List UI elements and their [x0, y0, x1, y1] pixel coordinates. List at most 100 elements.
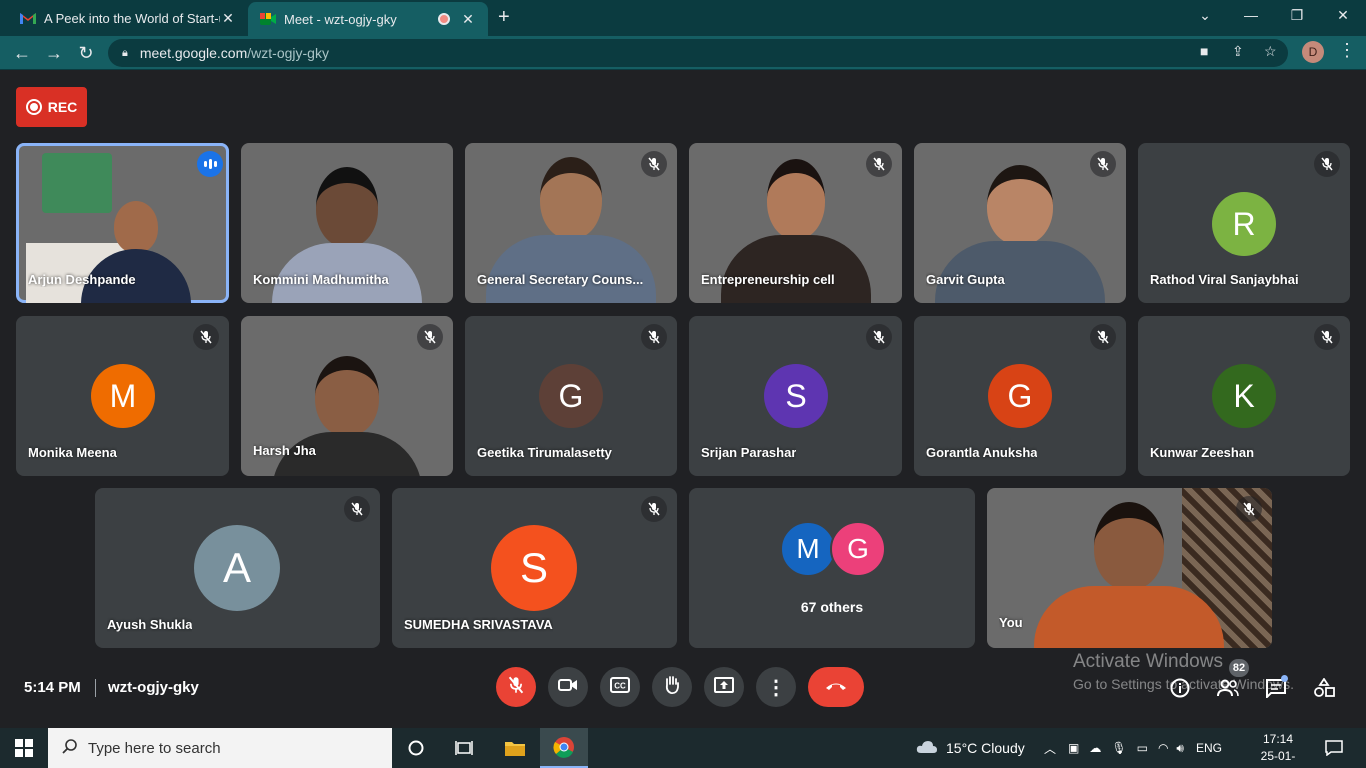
participant-name: Monika Meena [28, 445, 117, 460]
task-view-icon[interactable] [448, 728, 480, 768]
taskbar-search-box[interactable]: Type here to search [48, 728, 392, 768]
chat-icon[interactable] [1264, 675, 1288, 700]
raise-hand-button[interactable] [652, 667, 692, 707]
file-explorer-icon[interactable] [492, 728, 538, 768]
tab-meet[interactable]: Meet - wzt-ogjy-gky ✕ [248, 2, 488, 36]
participant-tile[interactable]: G Geetika Tirumalasetty [465, 316, 677, 476]
mic-off-icon [1314, 151, 1340, 177]
participant-tile[interactable]: Garvit Gupta [914, 143, 1126, 303]
reload-icon[interactable]: ↻ [74, 41, 98, 65]
participant-tile[interactable]: R Rathod Viral Sanjaybhai [1138, 143, 1350, 303]
self-tile[interactable]: You [987, 488, 1272, 648]
minimize-icon[interactable]: — [1228, 0, 1274, 30]
weather-widget[interactable]: 15°C Cloudy [916, 728, 1025, 768]
share-icon[interactable]: ⇪ [1232, 43, 1244, 60]
tab-gmail[interactable]: A Peek into the World of Start-up ✕ [8, 0, 248, 36]
tray-app-icon[interactable]: ▣ [1068, 741, 1079, 755]
participant-tile[interactable]: S SUMEDHA SRIVASTAVA [392, 488, 677, 648]
avatar: G [830, 521, 886, 577]
participant-tile[interactable]: Entrepreneurship cell [689, 143, 902, 303]
avatar: R [1212, 192, 1276, 256]
participant-tile[interactable]: Arjun Deshpande [16, 143, 229, 303]
close-tab-icon[interactable]: ✕ [220, 10, 236, 27]
mic-off-icon [641, 151, 667, 177]
participant-name: SUMEDHA SRIVASTAVA [404, 617, 553, 632]
chrome-taskbar-icon[interactable] [540, 728, 588, 768]
cloud-icon [916, 740, 938, 757]
participant-name: You [999, 615, 1023, 630]
participant-tile[interactable]: Kommini Madhumitha [241, 143, 453, 303]
language-indicator[interactable]: ENG [1196, 741, 1222, 755]
participant-name: Entrepreneurship cell [701, 272, 835, 287]
participant-tile[interactable]: K Kunwar Zeeshan [1138, 316, 1350, 476]
camera-in-use-icon[interactable]: ■ [1200, 43, 1208, 59]
mic-off-icon [507, 676, 525, 699]
system-tray-icons: ︿ ▣ ☁ 🎙︎ ▭ ◠ 🔊︎ ENG [1044, 728, 1222, 768]
cortana-icon[interactable] [400, 728, 432, 768]
tab-title: Meet - wzt-ogjy-gky [284, 11, 397, 27]
lock-icon: 🔒︎ [122, 46, 128, 59]
taskbar-clock[interactable]: 17:14 25-01-2022 [1252, 731, 1304, 768]
participant-tile[interactable]: S Srijan Parashar [689, 316, 902, 476]
record-icon [25, 99, 42, 115]
participant-tile[interactable]: A Ayush Shukla [95, 488, 380, 648]
url-field[interactable]: 🔒︎ meet.google.com/wzt-ogjy-gky ■ ⇪ ☆ [108, 39, 1288, 67]
speaking-indicator-icon [197, 151, 223, 177]
avatar: S [764, 364, 828, 428]
mic-off-icon [866, 324, 892, 350]
mic-off-icon [193, 324, 219, 350]
restore-icon[interactable]: ❐ [1274, 0, 1320, 30]
people-count-badge: 82 [1229, 659, 1249, 677]
participant-name: Geetika Tirumalasetty [477, 445, 612, 460]
battery-icon[interactable]: ▭ [1137, 741, 1148, 755]
participant-tile[interactable]: General Secretary Couns... [465, 143, 677, 303]
meeting-code: wzt-ogjy-gky [108, 679, 199, 696]
windows-start-icon[interactable] [0, 728, 48, 768]
leave-call-button[interactable] [808, 667, 864, 707]
notifications-icon[interactable] [1316, 728, 1352, 768]
browser-menu-icon[interactable]: ⋮ [1338, 40, 1356, 61]
participant-name: Ayush Shukla [107, 617, 193, 632]
people-icon[interactable] [1216, 676, 1240, 700]
camera-toggle-button[interactable] [548, 667, 588, 707]
participant-name: Srijan Parashar [701, 445, 797, 460]
address-bar: ← → ↻ 🔒︎ meet.google.com/wzt-ogjy-gky ■ … [0, 36, 1366, 70]
avatar: M [780, 521, 836, 577]
meeting-details-icon[interactable] [1168, 676, 1192, 700]
participant-tile[interactable]: M Monika Meena [16, 316, 229, 476]
close-window-icon[interactable]: ✕ [1320, 0, 1366, 30]
others-tile[interactable]: M G 67 others [689, 488, 975, 648]
wifi-icon[interactable]: ◠ [1158, 741, 1168, 755]
captions-button[interactable]: CC [600, 667, 640, 707]
url-text: meet.google.com/wzt-ogjy-gky [139, 45, 329, 61]
tab-search-icon[interactable]: ⌄ [1182, 0, 1228, 30]
volume-icon[interactable]: 🔊︎ [1176, 741, 1184, 756]
activities-icon[interactable] [1312, 676, 1336, 700]
tab-title: A Peek into the World of Start-up [44, 10, 220, 26]
new-tab-icon[interactable]: + [498, 6, 510, 29]
back-icon[interactable]: ← [10, 41, 34, 65]
mic-off-icon [641, 496, 667, 522]
forward-icon[interactable]: → [42, 41, 66, 65]
search-icon [62, 738, 78, 759]
microphone-toggle-button[interactable] [496, 667, 536, 707]
camera-icon [558, 678, 578, 697]
participant-name: Arjun Deshpande [28, 272, 136, 287]
recording-badge[interactable]: REC [16, 87, 87, 127]
participant-tile[interactable]: Harsh Jha [241, 316, 453, 476]
onedrive-icon[interactable]: ☁ [1089, 741, 1101, 755]
more-options-button[interactable]: ⋮ [756, 667, 796, 707]
close-tab-icon[interactable]: ✕ [460, 11, 476, 28]
present-screen-button[interactable] [704, 667, 744, 707]
bookmark-star-icon[interactable]: ☆ [1264, 43, 1277, 60]
participant-name: Kommini Madhumitha [253, 272, 389, 287]
present-icon [714, 676, 734, 698]
tray-expand-icon[interactable]: ︿ [1044, 740, 1056, 757]
others-count-label: 67 others [800, 599, 864, 615]
avatar: M [91, 364, 155, 428]
mic-off-icon [417, 324, 443, 350]
profile-avatar[interactable]: D [1302, 41, 1324, 63]
participant-tile[interactable]: G Gorantla Anuksha [914, 316, 1126, 476]
microphone-tray-icon[interactable]: 🎙︎ [1111, 741, 1126, 755]
avatar: K [1212, 364, 1276, 428]
